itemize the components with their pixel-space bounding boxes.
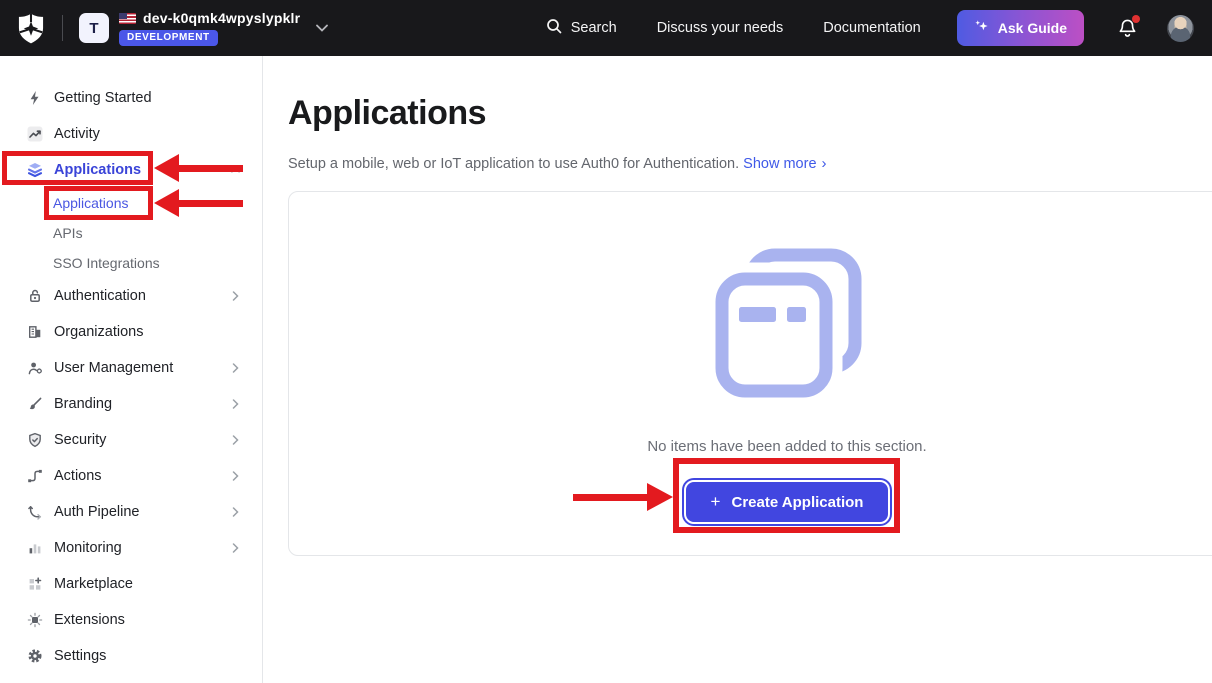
sidebar-item-user-management[interactable]: User Management: [0, 350, 262, 386]
tenant-name: dev-k0qmk4wpyslypklr: [143, 10, 300, 26]
chevron-right-icon: [232, 291, 240, 301]
application-window-icon: [711, 248, 863, 398]
sidebar-item-security[interactable]: Security: [0, 422, 262, 458]
sparkle-icon: [974, 19, 989, 37]
sidebar-subitem-applications[interactable]: Applications: [0, 188, 262, 218]
chip-icon: [26, 612, 43, 629]
empty-state-message: No items have been added to this section…: [647, 438, 926, 455]
sidebar: Getting Started Activity Applications Ap…: [0, 56, 263, 683]
gear-icon: [26, 648, 43, 665]
sidebar-item-activity[interactable]: Activity: [0, 116, 262, 152]
discuss-your-needs-link[interactable]: Discuss your needs: [657, 20, 784, 36]
bolt-icon: [26, 90, 43, 107]
chevron-down-icon[interactable]: [316, 24, 328, 32]
search-icon: [546, 18, 562, 38]
sidebar-item-settings[interactable]: Settings: [0, 638, 262, 674]
ask-guide-label: Ask Guide: [998, 20, 1067, 36]
pipeline-icon: [26, 504, 43, 521]
create-application-button[interactable]: + Create Application: [684, 480, 891, 524]
create-application-label: Create Application: [731, 494, 863, 511]
bars-icon: [26, 540, 43, 557]
environment-badge: DEVELOPMENT: [119, 30, 218, 46]
shield-check-icon: [26, 432, 43, 449]
documentation-link[interactable]: Documentation: [823, 20, 921, 36]
auth0-logo-icon[interactable]: [18, 12, 44, 44]
chevron-right-icon: [232, 435, 240, 445]
sidebar-item-extensions[interactable]: Extensions: [0, 602, 262, 638]
chevron-right-icon: [232, 543, 240, 553]
search-button[interactable]: Search: [546, 18, 617, 38]
sidebar-item-actions[interactable]: Actions: [0, 458, 262, 494]
sidebar-item-marketplace[interactable]: Marketplace: [0, 566, 262, 602]
sidebar-item-organizations[interactable]: Organizations: [0, 314, 262, 350]
notification-dot: [1132, 15, 1140, 23]
chevron-right-icon: [232, 399, 240, 409]
applications-empty-state-card: No items have been added to this section…: [288, 191, 1212, 556]
chevron-up-icon: [231, 166, 240, 175]
us-flag-icon: [119, 13, 136, 24]
user-avatar[interactable]: [1167, 15, 1194, 42]
search-label: Search: [571, 20, 617, 36]
sidebar-item-applications[interactable]: Applications: [0, 152, 262, 188]
lock-icon: [26, 288, 43, 305]
ask-guide-button[interactable]: Ask Guide: [957, 10, 1084, 46]
buildings-icon: [26, 324, 43, 341]
sidebar-item-monitoring[interactable]: Monitoring: [0, 530, 262, 566]
page-subtitle: Setup a mobile, web or IoT application t…: [288, 155, 827, 172]
subtitle-text: Setup a mobile, web or IoT application t…: [288, 156, 739, 172]
show-more-link[interactable]: Show more: [743, 156, 816, 172]
topbar-divider: [62, 15, 63, 41]
plus-icon: +: [711, 492, 721, 512]
activity-icon: [26, 126, 43, 143]
layers-icon: [26, 162, 43, 179]
flow-icon: [26, 468, 43, 485]
sidebar-subitem-apis[interactable]: APIs: [0, 218, 262, 248]
grid-plus-icon: [26, 576, 43, 593]
chevron-right-icon: ›: [822, 155, 827, 172]
notifications-button[interactable]: [1118, 18, 1137, 39]
user-gear-icon: [26, 360, 43, 377]
chevron-right-icon: [232, 363, 240, 373]
sidebar-item-authentication[interactable]: Authentication: [0, 278, 262, 314]
tenant-initial-badge: T: [79, 13, 109, 43]
sidebar-subitem-sso-integrations[interactable]: SSO Integrations: [0, 248, 262, 278]
sidebar-item-auth-pipeline[interactable]: Auth Pipeline: [0, 494, 262, 530]
main-content: Applications Setup a mobile, web or IoT …: [263, 56, 1212, 683]
chevron-right-icon: [232, 471, 240, 481]
tenant-switcher[interactable]: dev-k0qmk4wpyslypklr DEVELOPMENT: [119, 10, 328, 46]
topbar: T dev-k0qmk4wpyslypklr DEVELOPMENT Searc…: [0, 0, 1212, 56]
sidebar-item-getting-started[interactable]: Getting Started: [0, 80, 262, 116]
sidebar-item-branding[interactable]: Branding: [0, 386, 262, 422]
chevron-right-icon: [232, 507, 240, 517]
brush-icon: [26, 396, 43, 413]
page-title: Applications: [288, 94, 486, 133]
